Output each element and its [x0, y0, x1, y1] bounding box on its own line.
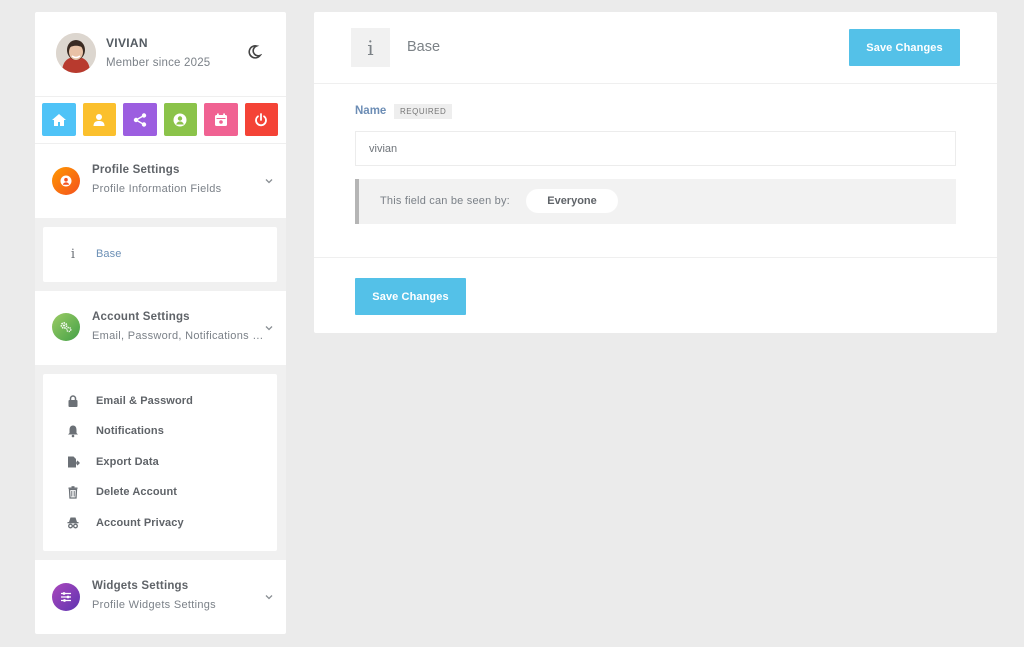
panel-header: i Base Save Changes — [314, 12, 997, 84]
chevron-down-icon — [265, 326, 273, 331]
divider — [314, 257, 997, 258]
widgets-section-icon — [52, 583, 80, 611]
submenu-item-notifications[interactable]: Notifications — [43, 420, 277, 442]
section-profile-settings[interactable]: Profile Settings Profile Information Fie… — [35, 144, 286, 218]
submenu-item-delete-account[interactable]: Delete Account — [43, 481, 277, 503]
submenu-item-label: Email & Password — [96, 395, 193, 407]
account-button[interactable] — [163, 103, 197, 136]
member-since: Member since 2025 — [106, 57, 211, 69]
profile-button[interactable] — [82, 103, 116, 136]
visibility-label: This field can be seen by: — [380, 195, 510, 207]
submenu-item-label: Delete Account — [96, 486, 178, 498]
trash-icon — [68, 486, 78, 499]
main-panel: i Base Save Changes Name REQUIRED This f… — [314, 12, 997, 333]
username: VIVIAN — [106, 36, 148, 50]
section-subtitle: Email, Password, Notifications and priva… — [92, 330, 264, 342]
account-submenu-band: Email & Password Notifications Export Da… — [35, 365, 286, 560]
profile-submenu-band: i Base — [35, 218, 286, 291]
export-icon — [68, 456, 80, 468]
field-label-name: Name — [355, 105, 387, 117]
save-changes-bottom-button[interactable]: Save Changes — [355, 278, 466, 315]
calendar-button[interactable] — [204, 103, 238, 136]
home-button[interactable] — [42, 103, 76, 136]
submenu-item-account-privacy[interactable]: Account Privacy — [43, 512, 277, 534]
submenu-item-export-data[interactable]: Export Data — [43, 451, 277, 473]
user-header: VIVIAN Member since 2025 — [35, 12, 286, 96]
account-submenu: Email & Password Notifications Export Da… — [43, 374, 277, 551]
section-subtitle: Profile Widgets Settings — [92, 599, 216, 611]
calendar-icon — [214, 113, 227, 126]
gears-icon — [60, 322, 72, 333]
section-subtitle: Profile Information Fields — [92, 183, 222, 195]
submenu-item-label: Notifications — [96, 425, 164, 437]
submenu-item-label: Base — [96, 248, 122, 260]
submenu-item-base[interactable]: i Base — [43, 243, 277, 265]
quick-actions — [42, 103, 278, 136]
profile-submenu: i Base — [43, 227, 277, 282]
privacy-icon — [67, 517, 79, 529]
moon-icon[interactable] — [246, 44, 262, 60]
section-widgets-settings[interactable]: Widgets Settings Profile Widgets Setting… — [35, 560, 286, 634]
submenu-item-label: Account Privacy — [96, 517, 184, 529]
home-icon — [51, 113, 66, 126]
info-icon: i — [351, 28, 390, 67]
account-section-icon — [52, 313, 80, 341]
bell-icon — [68, 425, 78, 438]
power-icon — [255, 112, 268, 126]
save-changes-top-button[interactable]: Save Changes — [849, 29, 960, 66]
user-circle-icon — [60, 175, 72, 187]
avatar[interactable] — [56, 33, 96, 73]
section-title: Widgets Settings — [92, 580, 189, 592]
section-account-settings[interactable]: Account Settings Email, Password, Notifi… — [35, 291, 286, 365]
share-button[interactable] — [123, 103, 157, 136]
logout-button[interactable] — [244, 103, 278, 136]
submenu-item-email-password[interactable]: Email & Password — [43, 390, 277, 412]
chevron-down-icon — [265, 179, 273, 184]
section-title: Account Settings — [92, 311, 190, 323]
page-title: Base — [407, 39, 441, 55]
info-icon: i — [70, 246, 76, 262]
share-icon — [133, 112, 146, 127]
divider — [35, 96, 286, 97]
required-badge: REQUIRED — [394, 104, 453, 119]
visibility-select[interactable]: Everyone — [526, 189, 618, 213]
user-icon — [93, 113, 105, 126]
submenu-item-label: Export Data — [96, 456, 159, 468]
user-circle-icon — [173, 113, 187, 126]
name-input[interactable] — [355, 131, 956, 166]
lock-icon — [68, 395, 78, 407]
field-visibility: This field can be seen by: Everyone — [355, 179, 956, 224]
sidebar: VIVIAN Member since 2025 Profile Setting… — [35, 12, 286, 634]
section-title: Profile Settings — [92, 164, 180, 176]
sliders-icon — [61, 592, 71, 602]
profile-section-icon — [52, 167, 80, 195]
chevron-down-icon — [265, 595, 273, 600]
